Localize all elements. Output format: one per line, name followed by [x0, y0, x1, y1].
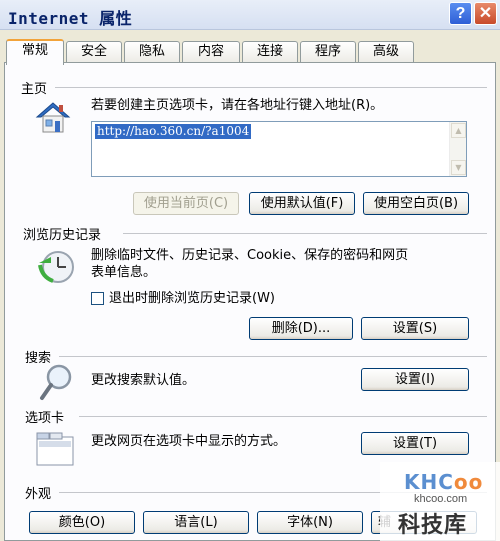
tabs-description: 更改网页在选项卡中显示的方式。	[91, 434, 287, 449]
watermark-logo-text: KHC	[404, 470, 454, 494]
tabs-section-title: 选项卡	[25, 411, 65, 426]
history-settings-button[interactable]: 设置(S)	[361, 317, 469, 340]
watermark-logo: KHCoo	[404, 470, 483, 494]
homepage-url-input[interactable]: http://hao.360.cn/?a1004 ▲ ▼	[91, 121, 467, 177]
homepage-section-title: 主页	[21, 82, 48, 97]
history-clock-icon	[37, 249, 75, 289]
title-bar: Internet 属性 ? ✕	[0, 0, 500, 30]
languages-button[interactable]: 语言(L)	[143, 511, 249, 534]
close-button[interactable]: ✕	[474, 2, 497, 25]
search-description: 更改搜索默认值。	[91, 373, 196, 388]
tab-security[interactable]: 安全	[66, 41, 122, 63]
tabs-divider	[79, 416, 487, 417]
history-section-title: 浏览历史记录	[23, 228, 102, 243]
window-title: Internet 属性	[8, 9, 133, 28]
search-settings-button[interactable]: 设置(I)	[361, 368, 469, 391]
use-current-button[interactable]: 使用当前页(C)	[133, 192, 239, 215]
magnifier-icon	[39, 363, 73, 405]
history-divider	[123, 233, 487, 234]
delete-on-exit-label[interactable]: 退出时删除浏览历史记录(W)	[109, 290, 275, 307]
url-scrollbar[interactable]: ▲ ▼	[449, 122, 466, 176]
delete-history-button[interactable]: 删除(D)...	[249, 317, 353, 340]
fonts-button[interactable]: 字体(N)	[257, 511, 363, 534]
tab-content[interactable]: 内容	[182, 41, 240, 63]
watermark-site: khcoo.com	[414, 493, 468, 505]
homepage-url-value[interactable]: http://hao.360.cn/?a1004	[95, 124, 252, 139]
tab-advanced[interactable]: 高级	[358, 41, 414, 63]
tabs-window-icon	[35, 431, 75, 471]
tab-general[interactable]: 常规	[6, 39, 64, 65]
tab-privacy[interactable]: 隐私	[124, 41, 180, 63]
colors-button[interactable]: 颜色(O)	[29, 511, 135, 534]
search-divider	[59, 356, 487, 357]
help-button[interactable]: ?	[449, 2, 472, 25]
tabs-settings-button[interactable]: 设置(T)	[361, 432, 469, 455]
history-description-line2: 表单信息。	[91, 265, 157, 280]
tab-programs[interactable]: 程序	[300, 41, 356, 63]
watermark-name: 科技库	[398, 513, 468, 538]
homepage-divider	[55, 87, 487, 88]
delete-on-exit-checkbox[interactable]	[91, 292, 104, 305]
scroll-down-icon[interactable]: ▼	[451, 160, 466, 175]
watermark-logo-accent: oo	[453, 470, 484, 494]
history-description-line1: 删除临时文件、历史记录、Cookie、保存的密码和网页	[91, 248, 409, 263]
appearance-section-title: 外观	[25, 487, 52, 502]
use-default-button[interactable]: 使用默认值(F)	[249, 192, 355, 215]
use-blank-button[interactable]: 使用空白页(B)	[363, 192, 469, 215]
tab-connections[interactable]: 连接	[242, 41, 298, 63]
homepage-description: 若要创建主页选项卡，请在各地址行键入地址(R)。	[91, 98, 384, 113]
home-icon	[35, 101, 71, 139]
scroll-up-icon[interactable]: ▲	[451, 123, 466, 138]
khcoo-watermark: KHCoo khcoo.com 科技库	[380, 462, 500, 541]
